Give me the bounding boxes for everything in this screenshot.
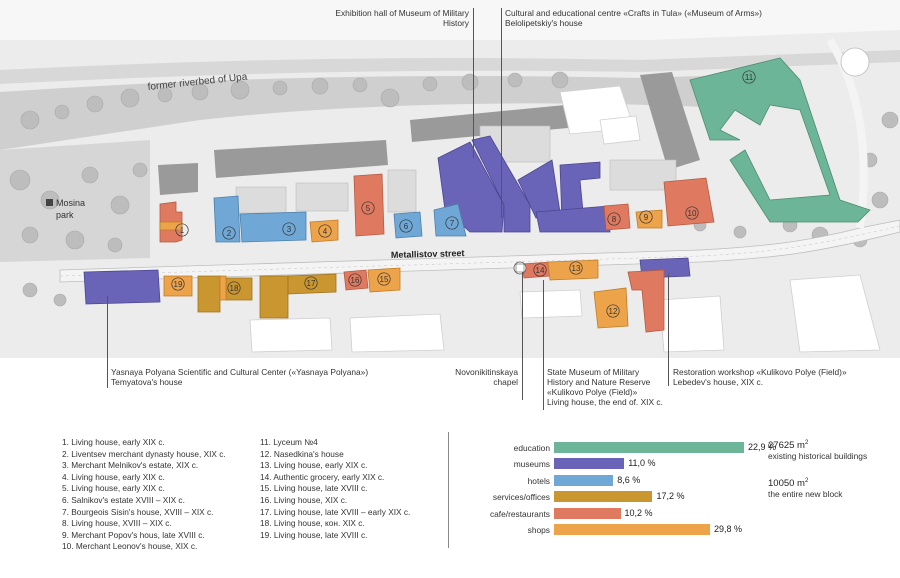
annotation-line: Cultural and educational centre «Crafts … [505,8,762,18]
total-existing: 27625 m2 existing historical buildings [768,440,867,461]
annotation-line: Temyatova's house [111,377,183,387]
building-number-label: 7 [450,219,455,228]
stat-label: services/offices [492,492,550,503]
building-number-label: 4 [323,227,328,236]
annotation-line: Novonikitinskaya [455,367,518,377]
stat-row-education: education 22,9 % [0,442,900,454]
annotation-line: Yasnaya Polyana Scientific and Cultural … [111,367,369,377]
stat-label: shops [527,525,550,535]
stat-value: 17,2 % [656,491,685,502]
stat-row-museums: museums 11,0 % [0,458,900,470]
leader-line-crafts [501,8,502,218]
building-number-label: 3 [287,225,292,234]
park-label-2: park [56,210,74,220]
stat-bar [554,474,614,486]
stat-bar [554,458,625,470]
annotation-line: Lebedev's house, XIX c. [673,377,764,387]
stat-value: 10,2 % [624,507,653,518]
building-number-label: 6 [404,222,409,231]
building-number-label: 10 [688,209,697,218]
building-number-label: 13 [572,264,581,273]
leader-line-state-museum [543,280,544,410]
building-number-label: 15 [380,275,389,284]
street-label: Metallistov street [391,248,465,260]
stat-value: 11,0 % [628,458,656,469]
stat-value: 29,8 % [713,524,743,534]
building-number-label: 9 [644,213,649,222]
annotation-state-museum: State Museum of Military History and Nat… [547,367,663,407]
roundabout [840,47,870,77]
leader-line-restoration [668,274,669,386]
stat-row-cafe-restaurants: cafe/restaurants 10,2 % [0,507,900,520]
annotation-line: «Kulikovo Polye (Field)» [547,387,638,397]
stat-bar [554,524,710,535]
annotation-line: History [442,18,469,28]
leader-line-chapel [522,272,523,400]
park-label-1: Mosina [56,198,85,208]
annotation-line: Exhibition hall of Museum of Military [335,8,469,18]
stat-label: museums [513,459,550,470]
total-new-label: the entire new block [768,489,843,500]
leader-line-exhibition [473,8,474,158]
total-new-value: 10050 m [768,478,805,490]
total-new-block: 10050 m2 the entire new block [768,478,843,499]
building-number-label: 11 [745,73,754,82]
site-plan-map: 1 2 3 4 5 6 7 8 9 10 11 12 13 14 15 16 17 18 19 former riv… [0,0,900,358]
building-number-label: 8 [612,215,617,224]
building-number-label: 2 [227,229,232,238]
building-number-label: 14 [536,266,545,275]
stat-label: cafe/restaurants [489,508,550,519]
building-number-label: 18 [230,284,239,293]
building-number-label: 12 [609,307,618,316]
leader-line-yasnaya [107,296,108,388]
building-number-label: 19 [174,280,183,289]
annotation-line: chapel [493,377,518,387]
annotation-yasnaya-polyana: Yasnaya Polyana Scientific and Cultural … [111,367,368,387]
stat-label: hotels [527,475,550,486]
annotation-line: Belolipetskiy's house [505,18,583,28]
total-existing-value: 27625 m [768,440,805,452]
stat-row-hotels: hotels 8,6 % [0,474,900,487]
stat-label: education [513,443,550,453]
total-existing-label: existing historical buildings [768,451,868,462]
annotation-exhibition-hall: Exhibition hall of Museum of Military Hi… [335,8,469,28]
building-number-label: 1 [180,226,185,235]
stat-bar [554,491,653,503]
stat-row-services-offices: services/offices 17,2 % [0,491,900,503]
building-number-label: 17 [307,279,316,288]
building-number-label: 5 [366,204,371,213]
legend-item: 10. Merchant Leonov's house, XIX c. [62,541,198,552]
annotation-line: State Museum of Military [547,367,640,377]
park-marker [46,199,53,206]
annotation-line: History and Nature Reserve [547,377,651,387]
stat-bar [554,507,621,519]
site-plan-svg: 1 2 3 456 7 8 9 10111213141516171819 former riv… [0,0,900,358]
annotation-line: Restoration workshop «Kulikovo Polye (Fi… [673,367,847,377]
stat-value: 8,6 % [617,474,641,485]
annotation-line: Living house, the end of. XIX c. [547,397,663,407]
total-existing-unit: 2 [804,440,809,446]
stat-row-shops: shops 29,8 % [0,524,900,536]
total-new-unit: 2 [804,478,809,484]
building-number-label: 16 [351,276,360,285]
annotation-crafts-centre: Cultural and educational centre «Crafts … [505,8,762,28]
annotation-restoration-workshop: Restoration workshop «Kulikovo Polye (Fi… [673,367,847,387]
stat-bar [554,442,744,453]
annotation-chapel: Novonikitinskaya chapel [455,367,518,387]
